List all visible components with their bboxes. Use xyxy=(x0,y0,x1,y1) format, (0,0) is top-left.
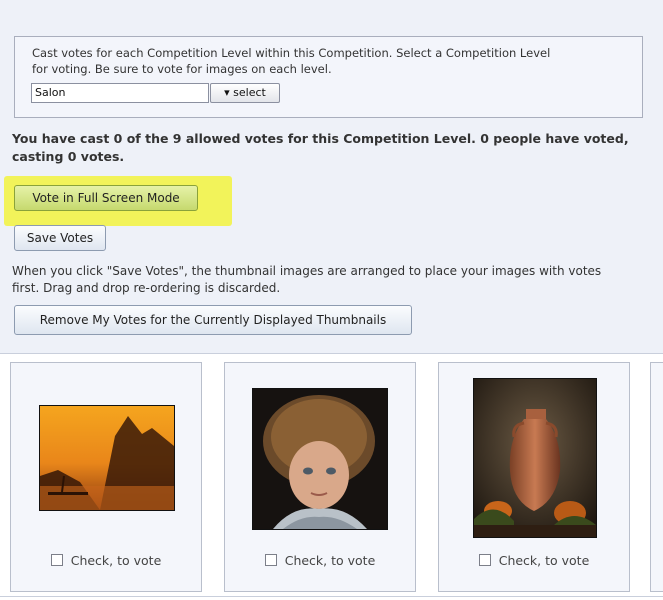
thumbnail-image-clay-pot[interactable] xyxy=(473,378,597,538)
thumbnail-card[interactable]: Check, to vote xyxy=(10,362,202,592)
vote-checkbox-label[interactable]: Check, to vote xyxy=(71,553,162,568)
save-help-line-2: first. Drag and drop re-ordering is disc… xyxy=(12,281,281,295)
thumbnail-card[interactable]: Check, to vote xyxy=(224,362,416,592)
vote-status-line-1: You have cast 0 of the 9 allowed votes f… xyxy=(12,131,629,146)
select-dropdown-button[interactable]: ▾ select xyxy=(210,83,280,103)
thumbnail-card[interactable]: Check, to vote xyxy=(438,362,630,592)
vote-checkbox-row[interactable]: Check, to vote xyxy=(11,553,201,568)
save-help-text: When you click "Save Votes", the thumbna… xyxy=(12,263,657,297)
thumbnail-image-child-portrait[interactable] xyxy=(252,388,388,530)
vote-checkbox-row[interactable]: Check, to vote xyxy=(439,553,629,568)
sunset-river-image xyxy=(40,406,174,510)
vote-status: You have cast 0 of the 9 allowed votes f… xyxy=(12,130,652,166)
vote-status-line-2: casting 0 votes. xyxy=(12,149,125,164)
thumbnail-card-partial[interactable] xyxy=(650,362,663,592)
instructions-line-2: for voting. Be sure to vote for images o… xyxy=(32,62,332,76)
vote-full-screen-button[interactable]: Vote in Full Screen Mode xyxy=(14,185,198,211)
vote-checkbox[interactable] xyxy=(478,554,491,566)
voting-control-panel: Cast votes for each Competition Level wi… xyxy=(0,0,663,354)
instructions-text: Cast votes for each Competition Level wi… xyxy=(32,45,632,77)
save-help-line-1: When you click "Save Votes", the thumbna… xyxy=(12,264,602,278)
competition-level-value[interactable]: Salon xyxy=(31,83,209,103)
vote-checkbox[interactable] xyxy=(50,554,63,566)
instructions-line-1: Cast votes for each Competition Level wi… xyxy=(32,46,551,60)
instructions-box: Cast votes for each Competition Level wi… xyxy=(14,36,643,118)
vote-checkbox[interactable] xyxy=(264,554,277,566)
vote-checkbox-label[interactable]: Check, to vote xyxy=(499,553,590,568)
child-portrait-image xyxy=(253,389,387,529)
remove-my-votes-button[interactable]: Remove My Votes for the Currently Displa… xyxy=(14,305,412,335)
save-votes-button[interactable]: Save Votes xyxy=(14,225,106,251)
clay-pot-image xyxy=(474,379,596,537)
vote-checkbox-label[interactable]: Check, to vote xyxy=(285,553,376,568)
divider xyxy=(0,596,663,597)
vote-checkbox-row[interactable]: Check, to vote xyxy=(225,553,415,568)
thumbnail-image-sunset-river[interactable] xyxy=(39,405,175,511)
